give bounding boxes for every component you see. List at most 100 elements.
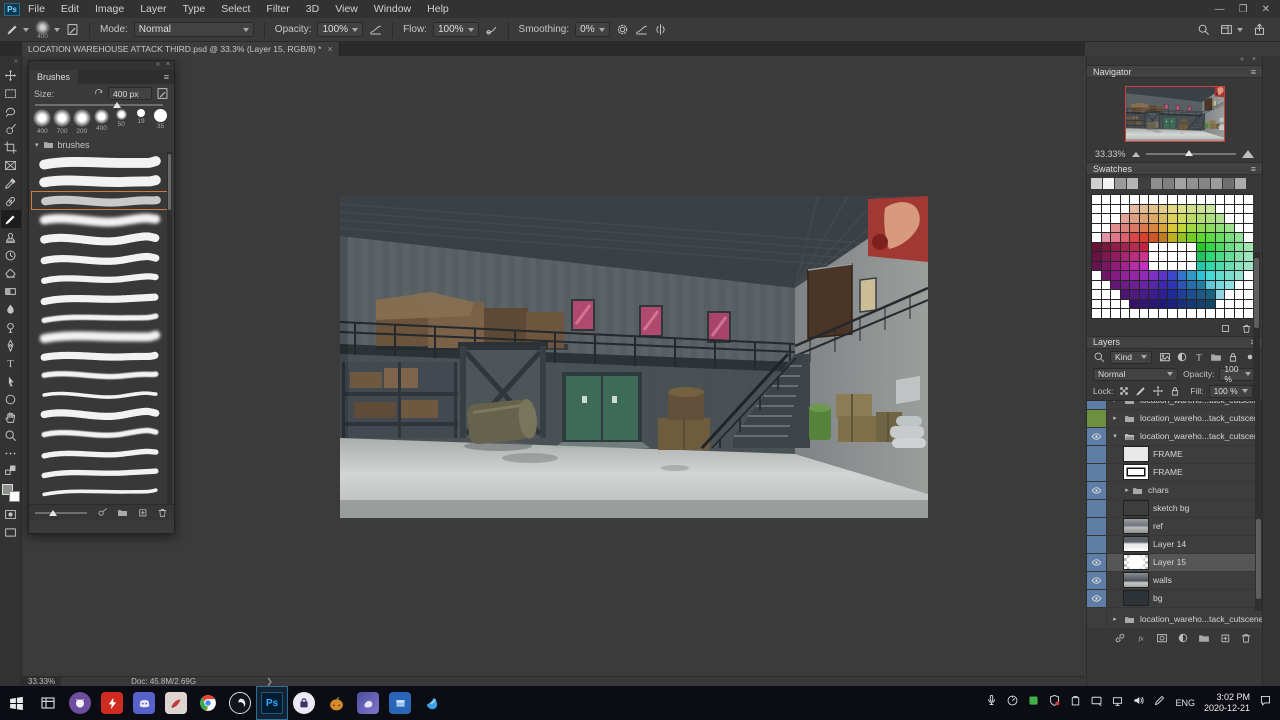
taskbar-messenger-app-app[interactable] — [416, 686, 448, 720]
swatch[interactable] — [1111, 290, 1120, 299]
brush-preset-19[interactable]: 19 — [132, 109, 151, 135]
menu-select[interactable]: Select — [221, 3, 250, 15]
taskbar-github-app[interactable] — [64, 686, 96, 720]
swatch[interactable] — [1211, 178, 1222, 189]
swatch[interactable] — [1199, 178, 1210, 189]
layer-opacity-select[interactable]: 100 % — [1219, 364, 1256, 384]
swatch[interactable] — [1158, 309, 1167, 318]
swatch[interactable] — [1225, 223, 1234, 232]
layer-filter-type-icon[interactable]: T — [1193, 351, 1205, 364]
brush-stroke-item[interactable] — [31, 404, 172, 423]
swatch[interactable] — [1234, 261, 1243, 270]
swatch[interactable] — [1111, 223, 1120, 232]
lock-brush-icon[interactable] — [1135, 385, 1147, 397]
menu-edit[interactable]: Edit — [61, 3, 79, 15]
layer-visibility-toggle[interactable] — [1087, 610, 1107, 628]
swatch[interactable] — [1196, 233, 1205, 242]
swatch[interactable] — [1215, 195, 1224, 204]
layer-visibility-toggle[interactable] — [1087, 517, 1107, 535]
taskbar-clock[interactable]: 3:02 PM 2020-12-21 — [1204, 692, 1250, 714]
swatch[interactable] — [1206, 204, 1215, 213]
swatch[interactable] — [1111, 299, 1120, 308]
swatch[interactable] — [1139, 214, 1148, 223]
taskbar-discord-app[interactable] — [128, 686, 160, 720]
swatch[interactable] — [1225, 309, 1234, 318]
brush-stroke-item[interactable] — [31, 152, 172, 171]
layers-mask-button[interactable] — [1156, 632, 1168, 644]
toolbar-collapse-icon[interactable]: » — [14, 58, 21, 66]
swatch[interactable] — [1234, 214, 1243, 223]
brush-stroke-item[interactable] — [31, 346, 172, 365]
panel-collapse-icon[interactable]: « — [156, 61, 160, 70]
swatch[interactable] — [1111, 242, 1120, 251]
swatch[interactable] — [1149, 195, 1158, 204]
swatch[interactable] — [1225, 252, 1234, 261]
brush-stroke-item[interactable] — [31, 210, 172, 229]
brush-preset-picker[interactable]: 400 — [35, 19, 60, 40]
swatch[interactable] — [1158, 299, 1167, 308]
brush-stroke-item[interactable] — [31, 190, 172, 211]
swatch[interactable] — [1139, 242, 1148, 251]
blend-mode-select[interactable]: Normal — [1093, 367, 1179, 381]
brush-group-row[interactable]: ▾ brushes — [29, 137, 174, 152]
lock-move-icon[interactable] — [1152, 385, 1164, 397]
swatch[interactable] — [1223, 178, 1234, 189]
brush-stroke-item[interactable] — [31, 443, 172, 462]
swatch[interactable] — [1139, 195, 1148, 204]
tool-history-brush[interactable] — [1, 246, 21, 264]
smoothing-options-gear-icon[interactable] — [616, 23, 629, 36]
taskbar-task-view-app[interactable] — [32, 686, 64, 720]
reset-size-icon[interactable] — [94, 88, 104, 99]
swatch[interactable] — [1149, 280, 1158, 289]
swatch[interactable] — [1225, 214, 1234, 223]
swatch[interactable] — [1244, 252, 1253, 261]
swatch[interactable] — [1225, 195, 1234, 204]
swatch[interactable] — [1149, 290, 1158, 299]
layer-row[interactable]: walls — [1087, 571, 1262, 590]
swatch[interactable] — [1111, 261, 1120, 270]
layer-row[interactable]: Layer 15 — [1087, 553, 1262, 572]
stroke-preview-slider[interactable] — [35, 509, 87, 516]
navigator-zoom-slider[interactable] — [1145, 150, 1236, 156]
swatch[interactable] — [1215, 214, 1224, 223]
swatch[interactable] — [1149, 242, 1158, 251]
swatch[interactable] — [1091, 178, 1102, 189]
layers-fx-button[interactable]: fx — [1135, 632, 1147, 644]
swatch[interactable] — [1235, 178, 1246, 189]
swatch[interactable] — [1168, 195, 1177, 204]
swatch[interactable] — [1101, 195, 1110, 204]
taskbar-obs-app[interactable] — [224, 686, 256, 720]
tool-marquee[interactable] — [1, 84, 21, 102]
swatch[interactable] — [1158, 252, 1167, 261]
swatch[interactable] — [1187, 299, 1196, 308]
swatch[interactable] — [1130, 204, 1139, 213]
swatch[interactable] — [1206, 309, 1215, 318]
swatch[interactable] — [1187, 178, 1198, 189]
swatch[interactable] — [1130, 195, 1139, 204]
layer-list-scrollbar[interactable] — [1255, 400, 1262, 611]
swatch[interactable] — [1244, 280, 1253, 289]
mode-select[interactable]: Normal — [133, 22, 254, 37]
menu-file[interactable]: File — [28, 3, 45, 15]
layer-row[interactable]: bg — [1087, 589, 1262, 608]
swatch[interactable] — [1187, 204, 1196, 213]
swatch[interactable] — [1234, 271, 1243, 280]
brush-stroke-item[interactable] — [31, 288, 172, 307]
swatch[interactable] — [1225, 290, 1234, 299]
swatch[interactable] — [1206, 299, 1215, 308]
layer-row[interactable]: ▸ location_wareho...tack_cutscene12 — [1087, 409, 1262, 428]
swatch[interactable] — [1225, 261, 1234, 270]
layer-visibility-toggle[interactable] — [1087, 535, 1107, 553]
menu-3d[interactable]: 3D — [306, 3, 319, 15]
taskbar-game-app-app[interactable] — [320, 686, 352, 720]
swatch[interactable] — [1177, 223, 1186, 232]
swatches-scrollbar[interactable] — [1253, 252, 1260, 410]
swatch[interactable] — [1168, 252, 1177, 261]
workspace-switcher[interactable] — [1220, 23, 1243, 36]
swatch[interactable] — [1158, 214, 1167, 223]
swatch[interactable] — [1163, 178, 1174, 189]
layers-newlayer-button[interactable] — [1219, 632, 1231, 644]
swatch[interactable] — [1092, 242, 1101, 251]
swatch[interactable] — [1234, 290, 1243, 299]
dock-close-icon[interactable]: × — [1252, 56, 1256, 65]
